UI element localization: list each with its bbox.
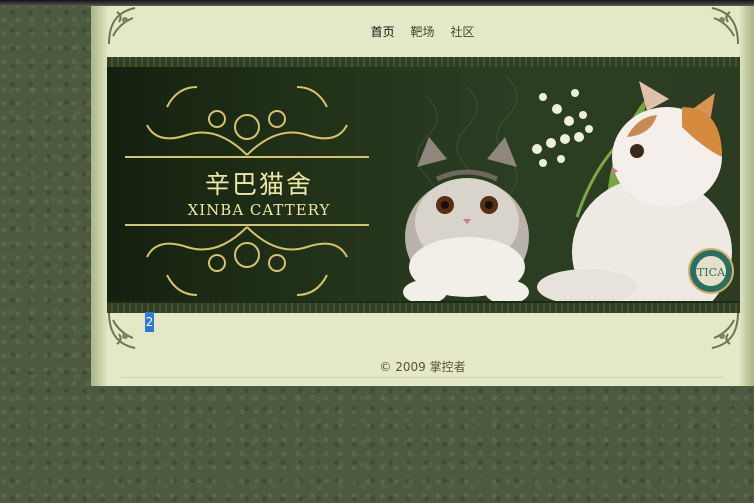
content-frame: 首页 靶场 社区 TICA 辛巴猫舍 XINBA CATTERY 2 © 200… [91, 6, 754, 386]
cattery-title-cn: 辛巴猫舍 [204, 170, 313, 199]
banner-image: TICA 辛巴猫舍 XINBA CATTERY [107, 67, 740, 301]
corner-ornament-icon [107, 310, 141, 350]
header-banner: TICA 辛巴猫舍 XINBA CATTERY [107, 57, 740, 313]
cattery-title-en: XINBA CATTERY [187, 201, 331, 219]
corner-ornament-icon [706, 310, 740, 350]
main-nav: 首页 靶场 社区 [91, 23, 754, 40]
tabby-cat-image [403, 137, 529, 301]
banner-border-bottom [107, 303, 740, 313]
tica-emblem-icon: TICA [688, 248, 734, 294]
nav-item-range[interactable]: 靶场 [410, 25, 434, 39]
copyright-text: © 2009 掌控者 [379, 360, 466, 374]
footer-divider [121, 377, 724, 378]
banner-border-top [107, 57, 740, 67]
selected-page-marker[interactable]: 2 [145, 312, 154, 332]
nav-item-community[interactable]: 社区 [450, 25, 474, 39]
svg-text:TICA: TICA [697, 266, 726, 279]
nav-item-home[interactable]: 首页 [371, 25, 395, 39]
